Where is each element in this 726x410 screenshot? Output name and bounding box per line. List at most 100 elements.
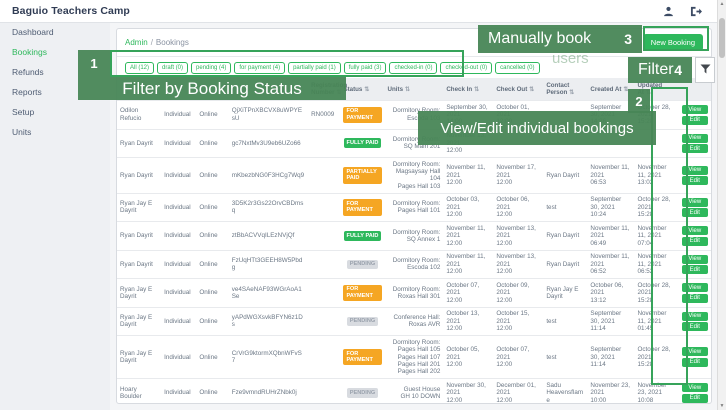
- check-out-cell: October 06, 2021 12:00: [493, 193, 543, 222]
- sort-icon[interactable]: ⇅: [569, 90, 574, 96]
- updated-at-cell: November 11, 2021 13:02: [634, 158, 678, 194]
- guest-cell: Ryan Dayrit: [117, 129, 161, 158]
- check-out-cell: December 01, 2021 12:00: [493, 379, 543, 404]
- check-in-cell: October 13, 2021 12:00: [443, 307, 493, 336]
- edit-button[interactable]: Edit: [682, 208, 708, 217]
- view-button[interactable]: View: [682, 198, 708, 207]
- registration-number-cell: [308, 336, 340, 379]
- booking-id-cell: yAPdWGXsvkBFYN6z1Ds: [229, 307, 308, 336]
- scroll-up-arrow-icon[interactable]: ▲: [718, 1, 726, 7]
- user-icon[interactable]: [663, 6, 674, 17]
- actions-cell: View Edit: [679, 279, 711, 308]
- filter-pill-cancelled[interactable]: cancelled (0): [495, 62, 539, 74]
- actions-cell: View Edit: [679, 336, 711, 379]
- booking-id-cell: ztBbACVVqILEzNVjQf: [229, 222, 308, 251]
- sidebar-item-units[interactable]: Units: [0, 122, 110, 142]
- created-at-cell: October 06, 2021 13:12: [587, 279, 634, 308]
- type-cell: Individual: [161, 250, 196, 279]
- status-badge: FOR PAYMENT: [343, 349, 381, 365]
- edit-button[interactable]: Edit: [682, 176, 708, 185]
- booking-id-cell: CrVrG9ktormXQbnWFvS7: [229, 336, 308, 379]
- filter-pill-partially-paid[interactable]: partially paid (1): [288, 62, 341, 74]
- app-title: Baguio Teachers Camp: [0, 5, 130, 17]
- sort-icon[interactable]: ⇅: [529, 87, 534, 93]
- registration-number-cell: [308, 307, 340, 336]
- breadcrumb-admin[interactable]: Admin: [125, 38, 148, 47]
- registration-number-cell: RN0009: [308, 101, 340, 130]
- table-row: Ryan Jay E DayritIndividualOnlineyAPdWGX…: [117, 307, 711, 336]
- scroll-down-arrow-icon[interactable]: ▼: [718, 403, 726, 409]
- status-cell: FOR PAYMENT: [340, 193, 384, 222]
- updated-at-cell: November 11, 2021 01:45: [634, 307, 678, 336]
- registration-number-cell: [308, 379, 340, 404]
- sort-icon[interactable]: ⇅: [364, 87, 369, 93]
- edit-button[interactable]: Edit: [682, 394, 708, 403]
- view-button[interactable]: View: [682, 347, 708, 356]
- guest-cell: Hoary Boulder: [117, 379, 161, 404]
- created-at-cell: September 30, 2021 11:14: [587, 336, 634, 379]
- view-button[interactable]: View: [682, 283, 708, 292]
- filter-pill-for-payment[interactable]: for payment (4): [234, 62, 285, 74]
- column-header-check-in[interactable]: Check In⇅: [443, 78, 493, 101]
- status-badge: FULLY PAID: [344, 231, 382, 241]
- guest-cell: Ryan Jay E Dayrit: [117, 279, 161, 308]
- check-out-cell: October 07, 2021 12:00: [493, 336, 543, 379]
- filter-pill-checked-out[interactable]: checked-out (0): [440, 62, 492, 74]
- edit-button[interactable]: Edit: [682, 116, 708, 125]
- view-button[interactable]: View: [682, 166, 708, 175]
- registration-number-cell: [308, 250, 340, 279]
- created-at-cell: November 11, 2021 06:53: [587, 158, 634, 194]
- column-header-units[interactable]: Units⇅: [385, 78, 444, 101]
- sort-icon[interactable]: ⇅: [474, 87, 479, 93]
- table-row: Ryan Jay E DayritIndividualOnlineCrVrG9k…: [117, 336, 711, 379]
- edit-button[interactable]: Edit: [682, 144, 708, 153]
- registration-number-cell: [308, 129, 340, 158]
- filter-pill-draft[interactable]: draft (0): [157, 62, 188, 74]
- vertical-scrollbar[interactable]: ▲ ▼: [717, 0, 726, 410]
- annotation-number-3: 3: [624, 31, 632, 47]
- actions-cell: ViewEdit: [679, 129, 711, 158]
- sort-icon[interactable]: ⇅: [405, 87, 410, 93]
- view-button[interactable]: View: [682, 255, 708, 264]
- new-booking-button[interactable]: New Booking: [643, 34, 703, 51]
- annotation-number-1: 1: [78, 50, 110, 77]
- filter-pill-pending[interactable]: pending (4): [191, 62, 231, 74]
- table-row: Ryan DayritIndividualOnlinemKbezbNG0F3HC…: [117, 158, 711, 194]
- check-out-cell: November 13, 2021 12:00: [493, 222, 543, 251]
- view-button[interactable]: View: [682, 383, 708, 392]
- annotation-filter: Filter 4: [628, 57, 692, 83]
- view-button[interactable]: View: [682, 312, 708, 321]
- edit-button[interactable]: Edit: [682, 237, 708, 246]
- contact-person-cell: Ryan Dayrit: [543, 250, 587, 279]
- table-row: Hoary BoulderIndividualOnlineFze9vmndRUH…: [117, 379, 711, 404]
- guest-cell: Ryan Jay E Dayrit: [117, 193, 161, 222]
- view-button[interactable]: View: [682, 105, 708, 114]
- filter-pill-fully-paid[interactable]: fully paid (3): [344, 62, 387, 74]
- column-header-check-out[interactable]: Check Out⇅: [493, 78, 543, 101]
- channel-cell: Online: [196, 193, 228, 222]
- actions-cell: ViewEdit: [679, 250, 711, 279]
- units-cell: Guest House GH 10 DOWN: [385, 379, 444, 404]
- view-button[interactable]: View: [682, 226, 708, 235]
- filter-funnel-button[interactable]: [695, 57, 715, 83]
- edit-button[interactable]: Edit: [682, 265, 708, 274]
- edit-button[interactable]: Edit: [682, 358, 708, 367]
- top-navbar: Baguio Teachers Camp: [0, 0, 718, 23]
- annotation-manually-book-label: Manually book: [488, 30, 591, 48]
- filter-pill-checked-in[interactable]: checked-in (0): [389, 62, 437, 74]
- topbar-actions: [663, 6, 718, 17]
- scrollbar-thumb[interactable]: [719, 18, 725, 58]
- edit-button[interactable]: Edit: [682, 294, 708, 303]
- column-header-label: Check Out: [496, 86, 527, 93]
- column-header-contact-person[interactable]: Contact Person⇅: [543, 78, 587, 101]
- sign-out-icon[interactable]: [690, 6, 702, 17]
- filter-pill-all[interactable]: All (12): [125, 62, 154, 74]
- channel-cell: Online: [196, 158, 228, 194]
- annotation-filter-label: Filter: [638, 61, 674, 79]
- sidebar-item-dashboard[interactable]: Dashboard: [0, 22, 110, 42]
- view-button[interactable]: View: [682, 134, 708, 143]
- status-cell: PENDING: [340, 307, 384, 336]
- status-badge: FOR PAYMENT: [343, 285, 381, 301]
- sidebar-item-setup[interactable]: Setup: [0, 102, 110, 122]
- edit-button[interactable]: Edit: [682, 322, 708, 331]
